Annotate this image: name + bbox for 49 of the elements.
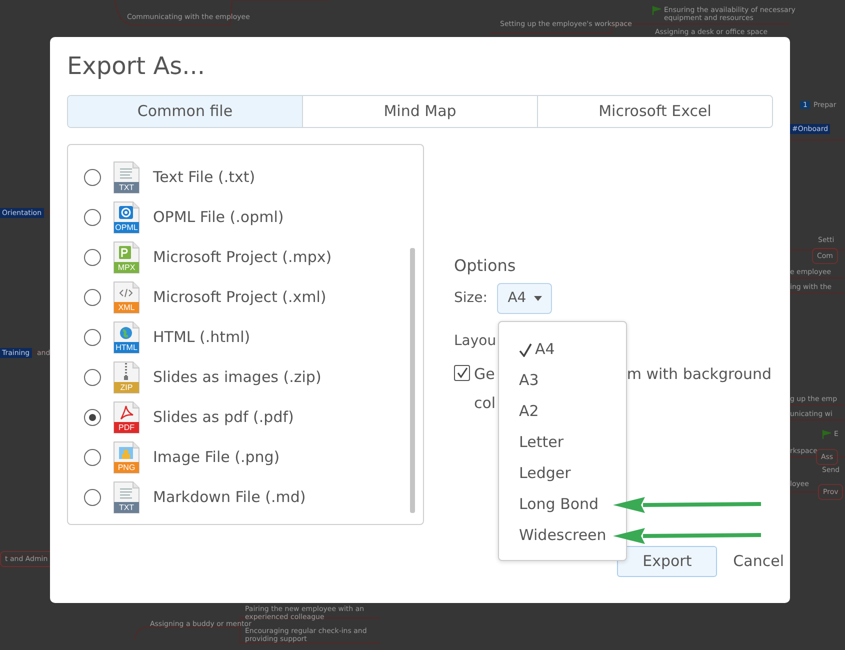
file-icon: ZIP [113, 360, 140, 394]
format-label: Image File (.png) [153, 446, 280, 468]
checkbox-label: m with background [626, 364, 772, 386]
file-icon: OPML [113, 200, 140, 234]
menu-item[interactable]: A4 [519, 338, 555, 361]
radio-button[interactable] [84, 448, 101, 466]
menu-item[interactable]: A2 [519, 400, 539, 423]
checkbox-label: col [474, 392, 496, 414]
format-label: Slides as pdf (.pdf) [153, 406, 294, 428]
format-label: Microsoft Project (.xml) [153, 286, 326, 308]
radio-button[interactable] [84, 168, 101, 186]
menu-item[interactable]: Widescreen [519, 524, 606, 547]
radio-button[interactable] [84, 328, 101, 346]
checkbox[interactable] [454, 365, 470, 382]
format-label: Markdown File (.md) [153, 486, 306, 508]
checkbox-label: Ge [474, 364, 495, 386]
size-dropdown[interactable]: A4 [497, 283, 552, 314]
layout-label: Layou [454, 332, 496, 352]
format-label: Text File (.txt) [153, 166, 256, 188]
tab[interactable]: Microsoft Excel [537, 96, 772, 128]
tab[interactable]: Common file [68, 96, 302, 128]
radio-button[interactable] [84, 248, 101, 266]
size-label: Size: [454, 289, 488, 308]
menu-item[interactable]: Long Bond [519, 493, 599, 516]
export-button[interactable]: Export [617, 546, 718, 577]
file-icon: TXT [113, 480, 140, 514]
file-icon: MPX [113, 240, 140, 274]
format-label: Microsoft Project (.mpx) [153, 246, 332, 268]
radio-button[interactable] [84, 288, 101, 306]
radio-button[interactable] [84, 488, 101, 506]
menu-item[interactable]: Letter [519, 431, 564, 454]
file-icon: PNG [113, 440, 140, 474]
menu-item[interactable]: A3 [519, 369, 539, 392]
scrollbar[interactable] [410, 248, 415, 514]
file-icon: TXT [113, 160, 140, 194]
format-label: Slides as images (.zip) [153, 366, 322, 388]
radio-button[interactable] [84, 208, 101, 226]
cancel-button[interactable]: Cancel [733, 550, 784, 573]
dialog-title: Export As... [67, 51, 206, 82]
radio-button[interactable] [84, 408, 101, 426]
caret-icon [534, 296, 542, 302]
radio-button[interactable] [84, 368, 101, 386]
file-icon: XML [113, 280, 140, 314]
options-heading: Options [454, 255, 517, 278]
format-label: OPML File (.opml) [153, 206, 284, 228]
menu-item[interactable]: Ledger [519, 462, 571, 485]
file-icon: HTML [113, 320, 140, 354]
file-icon: PDF [113, 400, 140, 434]
format-label: HTML (.html) [153, 326, 250, 348]
